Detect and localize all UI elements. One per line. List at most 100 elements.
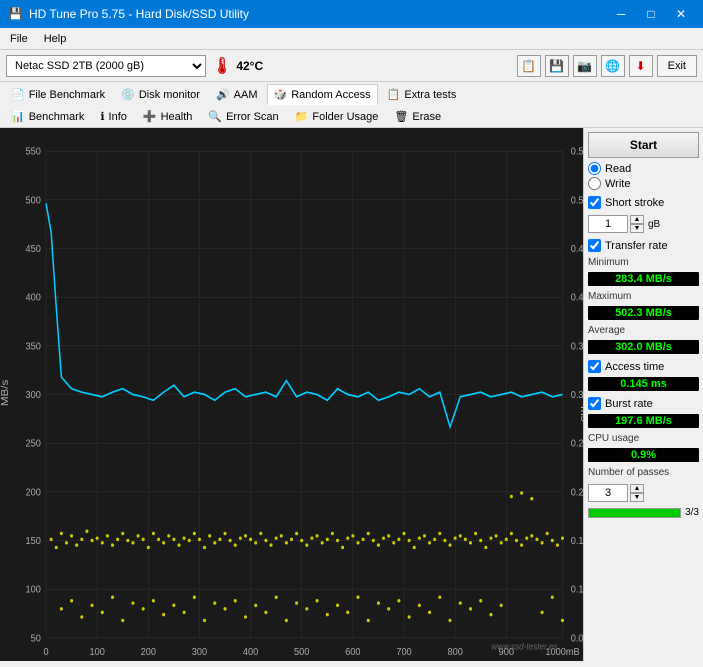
- window-title: HD Tune Pro 5.75 - Hard Disk/SSD Utility: [29, 7, 249, 21]
- random-access-icon: 🎲: [274, 88, 288, 101]
- svg-text:100: 100: [26, 584, 42, 596]
- minimum-label: Minimum: [588, 257, 699, 268]
- app-icon: 💾: [8, 7, 23, 21]
- tab-aam[interactable]: 🔊 AAM: [209, 84, 265, 105]
- access-time-checkbox-row: Access time: [588, 360, 699, 373]
- write-radio-label[interactable]: Write: [588, 177, 699, 190]
- exit-button[interactable]: Exit: [657, 55, 697, 77]
- title-bar: 💾 HD Tune Pro 5.75 - Hard Disk/SSD Utili…: [0, 0, 703, 28]
- transfer-rate-checkbox-row: Transfer rate: [588, 239, 699, 252]
- svg-text:200: 200: [26, 487, 42, 499]
- burst-rate-value: 197.6 MB/s: [588, 414, 699, 428]
- toolbar-btn-4[interactable]: 🌐: [601, 55, 625, 77]
- close-button[interactable]: ✕: [667, 4, 695, 24]
- svg-text:50: 50: [31, 633, 42, 645]
- progress-bar-fill: [589, 509, 680, 517]
- svg-text:0.15: 0.15: [571, 535, 583, 547]
- benchmark-label: Benchmark: [29, 111, 85, 123]
- maximum-value: 502.3 MB/s: [588, 306, 699, 320]
- burst-rate-checkbox[interactable]: [588, 397, 601, 410]
- svg-text:450: 450: [26, 243, 42, 255]
- short-stroke-spinners: ▲ ▼: [630, 215, 644, 233]
- tab-info[interactable]: ℹ Info: [93, 106, 134, 127]
- maximize-button[interactable]: □: [637, 4, 665, 24]
- svg-text:400: 400: [243, 647, 259, 659]
- short-stroke-down[interactable]: ▼: [630, 224, 644, 233]
- maximum-label: Maximum: [588, 291, 699, 302]
- tab-erase[interactable]: 🗑 Erase: [387, 106, 448, 127]
- cpu-usage-value: 0.9%: [588, 448, 699, 462]
- minimum-value: 283.4 MB/s: [588, 272, 699, 286]
- svg-text:300: 300: [192, 647, 208, 659]
- erase-icon: 🗑: [394, 110, 408, 123]
- menu-file[interactable]: File: [4, 31, 34, 47]
- minimize-button[interactable]: ─: [607, 4, 635, 24]
- write-label: Write: [605, 178, 630, 190]
- tab-disk-monitor[interactable]: 💿 Disk monitor: [114, 84, 207, 105]
- aam-label: AAM: [234, 89, 258, 101]
- toolbar-btn-5[interactable]: ⬇: [629, 55, 653, 77]
- extra-tests-icon: 📋: [387, 88, 401, 101]
- nav-row-2: 📊 Benchmark ℹ Info ➕ Health 🔍 Error Scan…: [4, 106, 699, 127]
- svg-text:0.45: 0.45: [571, 243, 583, 255]
- svg-text:0.20: 0.20: [571, 487, 583, 499]
- average-label: Average: [588, 325, 699, 336]
- svg-text:0.25: 0.25: [571, 438, 583, 450]
- transfer-rate-label: Transfer rate: [605, 240, 668, 252]
- read-radio-label[interactable]: Read: [588, 162, 699, 175]
- title-bar-controls: ─ □ ✕: [607, 4, 695, 24]
- read-radio[interactable]: [588, 162, 601, 175]
- svg-text:400: 400: [26, 292, 42, 304]
- info-icon: ℹ: [100, 110, 104, 123]
- access-time-label: Access time: [605, 361, 664, 373]
- svg-text:www.ssd-tester.es: www.ssd-tester.es: [491, 641, 558, 652]
- start-button[interactable]: Start: [588, 132, 699, 158]
- toolbar-btn-1[interactable]: 📋: [517, 55, 541, 77]
- tab-folder-usage[interactable]: 📁 Folder Usage: [288, 106, 386, 127]
- right-panel: Start Read Write Short stroke ▲ ▼ gB: [583, 128, 703, 661]
- svg-text:350: 350: [26, 341, 42, 353]
- burst-rate-checkbox-row: Burst rate: [588, 397, 699, 410]
- title-bar-left: 💾 HD Tune Pro 5.75 - Hard Disk/SSD Utili…: [8, 7, 249, 21]
- average-value: 302.0 MB/s: [588, 340, 699, 354]
- svg-text:800: 800: [447, 647, 463, 659]
- tab-random-access[interactable]: 🎲 Random Access: [267, 84, 378, 105]
- toolbar-btn-3[interactable]: 📷: [573, 55, 597, 77]
- tab-health[interactable]: ➕ Health: [136, 106, 200, 127]
- svg-text:MB/s: MB/s: [0, 379, 11, 406]
- passes-down[interactable]: ▼: [630, 493, 644, 502]
- transfer-rate-checkbox[interactable]: [588, 239, 601, 252]
- tab-file-benchmark[interactable]: 📄 File Benchmark: [4, 84, 112, 105]
- toolbar-icon-group: 📋 💾 📷 🌐 ⬇ Exit: [517, 55, 697, 77]
- folder-usage-label: Folder Usage: [312, 111, 378, 123]
- short-stroke-label: Short stroke: [605, 197, 664, 209]
- passes-label: Number of passes: [588, 467, 699, 478]
- write-radio[interactable]: [588, 177, 601, 190]
- chart-svg: 550 500 450 400 350 300 250 200 150 100 …: [0, 128, 583, 661]
- tab-extra-tests[interactable]: 📋 Extra tests: [380, 84, 464, 105]
- svg-text:0.10: 0.10: [571, 584, 583, 596]
- temperature-value: 42°C: [236, 59, 263, 73]
- health-label: Health: [161, 111, 193, 123]
- progress-bar-container: [588, 508, 681, 518]
- drive-selector[interactable]: Netac SSD 2TB (2000 gB): [6, 55, 206, 77]
- svg-text:0.40: 0.40: [571, 292, 583, 304]
- tab-error-scan[interactable]: 🔍 Error Scan: [201, 106, 285, 127]
- tab-benchmark[interactable]: 📊 Benchmark: [4, 106, 91, 127]
- svg-text:0.35: 0.35: [571, 341, 583, 353]
- short-stroke-up[interactable]: ▲: [630, 215, 644, 224]
- temperature-display: 🌡 42°C: [212, 56, 263, 76]
- svg-text:700: 700: [396, 647, 412, 659]
- svg-text:250: 250: [26, 438, 42, 450]
- access-time-checkbox[interactable]: [588, 360, 601, 373]
- short-stroke-input[interactable]: [588, 215, 628, 233]
- passes-up[interactable]: ▲: [630, 484, 644, 493]
- menu-help[interactable]: Help: [38, 31, 73, 47]
- read-write-radio-group: Read Write: [588, 162, 699, 190]
- passes-input[interactable]: [588, 484, 628, 502]
- short-stroke-checkbox[interactable]: [588, 196, 601, 209]
- benchmark-icon: 📊: [11, 110, 25, 123]
- toolbar-btn-2[interactable]: 💾: [545, 55, 569, 77]
- svg-text:100: 100: [89, 647, 105, 659]
- svg-text:150: 150: [26, 535, 42, 547]
